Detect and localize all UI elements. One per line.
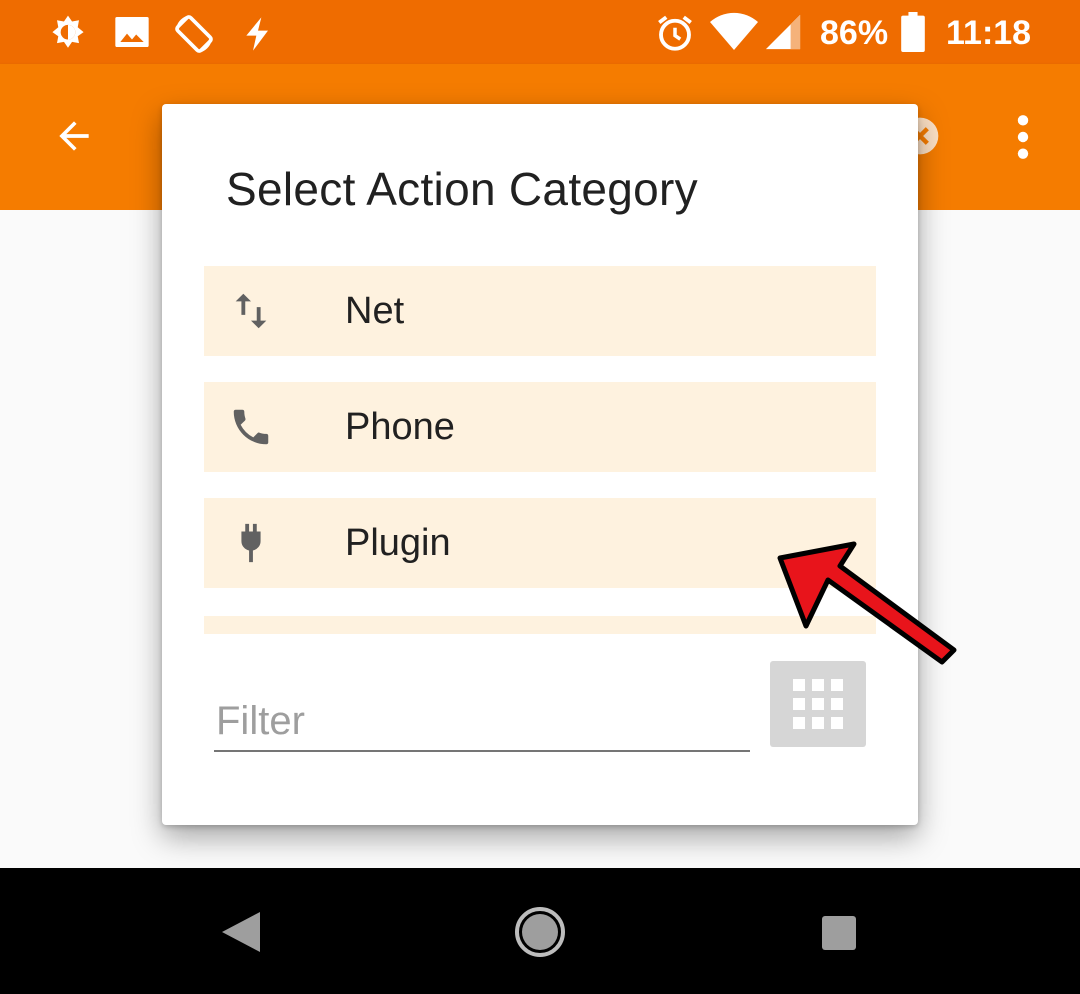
category-item-phone[interactable]: Phone	[204, 382, 876, 472]
swap-vertical-icon	[228, 288, 274, 334]
plug-icon	[228, 520, 274, 566]
category-label: Net	[345, 290, 405, 332]
grid-icon	[793, 679, 843, 734]
navigation-bar	[0, 868, 1080, 994]
wifi-icon	[710, 12, 758, 57]
alarm-icon	[654, 12, 696, 59]
category-label: Phone	[345, 406, 455, 448]
nav-back-icon[interactable]	[222, 912, 260, 957]
brightness-icon	[46, 12, 90, 61]
clock: 11:18	[946, 14, 1032, 52]
more-vert-icon[interactable]	[1006, 112, 1040, 167]
category-label: Plugin	[345, 522, 451, 564]
battery-percent: 86%	[820, 14, 889, 52]
cell-signal-icon	[764, 12, 802, 57]
nav-recents-icon[interactable]	[822, 916, 856, 955]
nav-home-icon[interactable]	[514, 906, 566, 963]
back-arrow-icon[interactable]	[52, 114, 96, 163]
phone-icon	[228, 404, 274, 450]
image-icon	[112, 12, 152, 57]
status-bar: 86% 11:18	[0, 0, 1080, 64]
annotation-arrow-icon	[770, 540, 962, 673]
screen-rotation-icon	[172, 12, 216, 61]
grid-view-button[interactable]	[770, 661, 866, 747]
category-item-net[interactable]: Net	[204, 266, 876, 356]
select-action-category-dialog: Select Action Category Net Phone Plugin	[162, 104, 918, 825]
battery-icon	[900, 12, 926, 57]
dialog-title: Select Action Category	[226, 163, 698, 215]
flash-icon	[238, 12, 278, 61]
filter-input[interactable]	[214, 692, 750, 752]
